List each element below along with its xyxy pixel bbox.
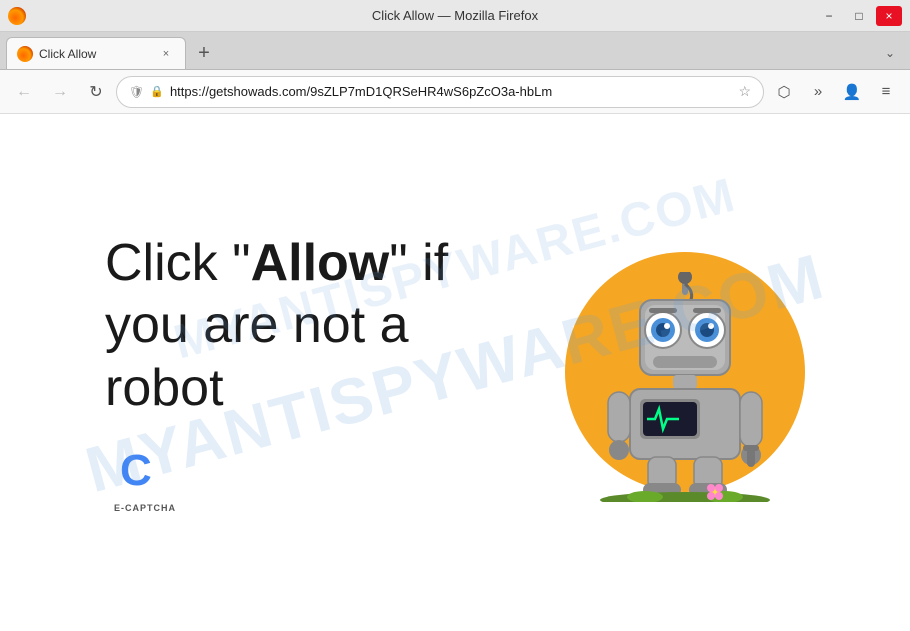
tabbar: Click Allow × + ⌄ (0, 32, 910, 70)
main-heading: Click "Allow" if you are not a robot (105, 232, 505, 419)
navbar: ← → ↻ 🛡 🔒 https://getshowads.com/9sZLP7m… (0, 70, 910, 114)
firefox-logo-icon (8, 7, 26, 25)
ecaptcha-c-icon: C (120, 446, 152, 495)
extensions-icon: » (814, 83, 822, 100)
main-inner: Click "Allow" if you are not a robot C E… (0, 212, 910, 533)
text-section: Click "Allow" if you are not a robot C E… (105, 232, 505, 513)
menu-button[interactable]: ≡ (870, 76, 902, 108)
address-bar[interactable]: 🛡 🔒 https://getshowads.com/9sZLP7mD1QRSe… (116, 76, 764, 108)
ecaptcha-badge: C E-CAPTCHA (105, 449, 185, 513)
maximize-button[interactable]: □ (846, 6, 872, 26)
titlebar-controls: − □ × (816, 6, 902, 26)
tab-favicon-icon (17, 46, 33, 62)
tab-close-button[interactable]: × (157, 45, 175, 63)
active-tab[interactable]: Click Allow × (6, 37, 186, 69)
pocket-icon: ⬡ (777, 83, 790, 101)
ecaptcha-logo: C (120, 449, 170, 499)
new-tab-button[interactable]: + (190, 39, 218, 67)
tab-title: Click Allow (39, 47, 151, 61)
lock-icon: 🔒 (150, 85, 164, 98)
heading-allow: Allow (251, 234, 390, 292)
robot-image (585, 272, 785, 502)
back-button[interactable]: ← (8, 76, 40, 108)
profile-button[interactable]: 👤 (836, 76, 868, 108)
heading-pre: Click " (105, 234, 251, 292)
robot-circle (565, 252, 805, 492)
minimize-button[interactable]: − (816, 6, 842, 26)
toolbar-icons: ⬡ » 👤 ≡ (768, 76, 902, 108)
reload-button[interactable]: ↻ (80, 76, 112, 108)
profile-icon: 👤 (843, 83, 862, 101)
list-all-tabs-button[interactable]: ⌄ (876, 39, 904, 67)
extensions-button[interactable]: » (802, 76, 834, 108)
page-content: MYANTISPYWARE.COM MYANTISPYWARE.COM Clic… (0, 114, 910, 631)
url-text: https://getshowads.com/9sZLP7mD1QRSeHR4w… (170, 84, 733, 99)
shield-icon: 🛡 (129, 85, 144, 99)
forward-button[interactable]: → (44, 76, 76, 108)
titlebar: Click Allow — Mozilla Firefox − □ × (0, 0, 910, 32)
titlebar-title: Click Allow — Mozilla Firefox (372, 8, 538, 23)
bookmark-icon[interactable]: ☆ (738, 83, 751, 100)
ecaptcha-label: E-CAPTCHA (114, 503, 176, 513)
robot-section (565, 252, 805, 492)
hamburger-icon: ≡ (882, 83, 891, 100)
close-button[interactable]: × (876, 6, 902, 26)
pocket-button[interactable]: ⬡ (768, 76, 800, 108)
titlebar-left (8, 7, 26, 25)
